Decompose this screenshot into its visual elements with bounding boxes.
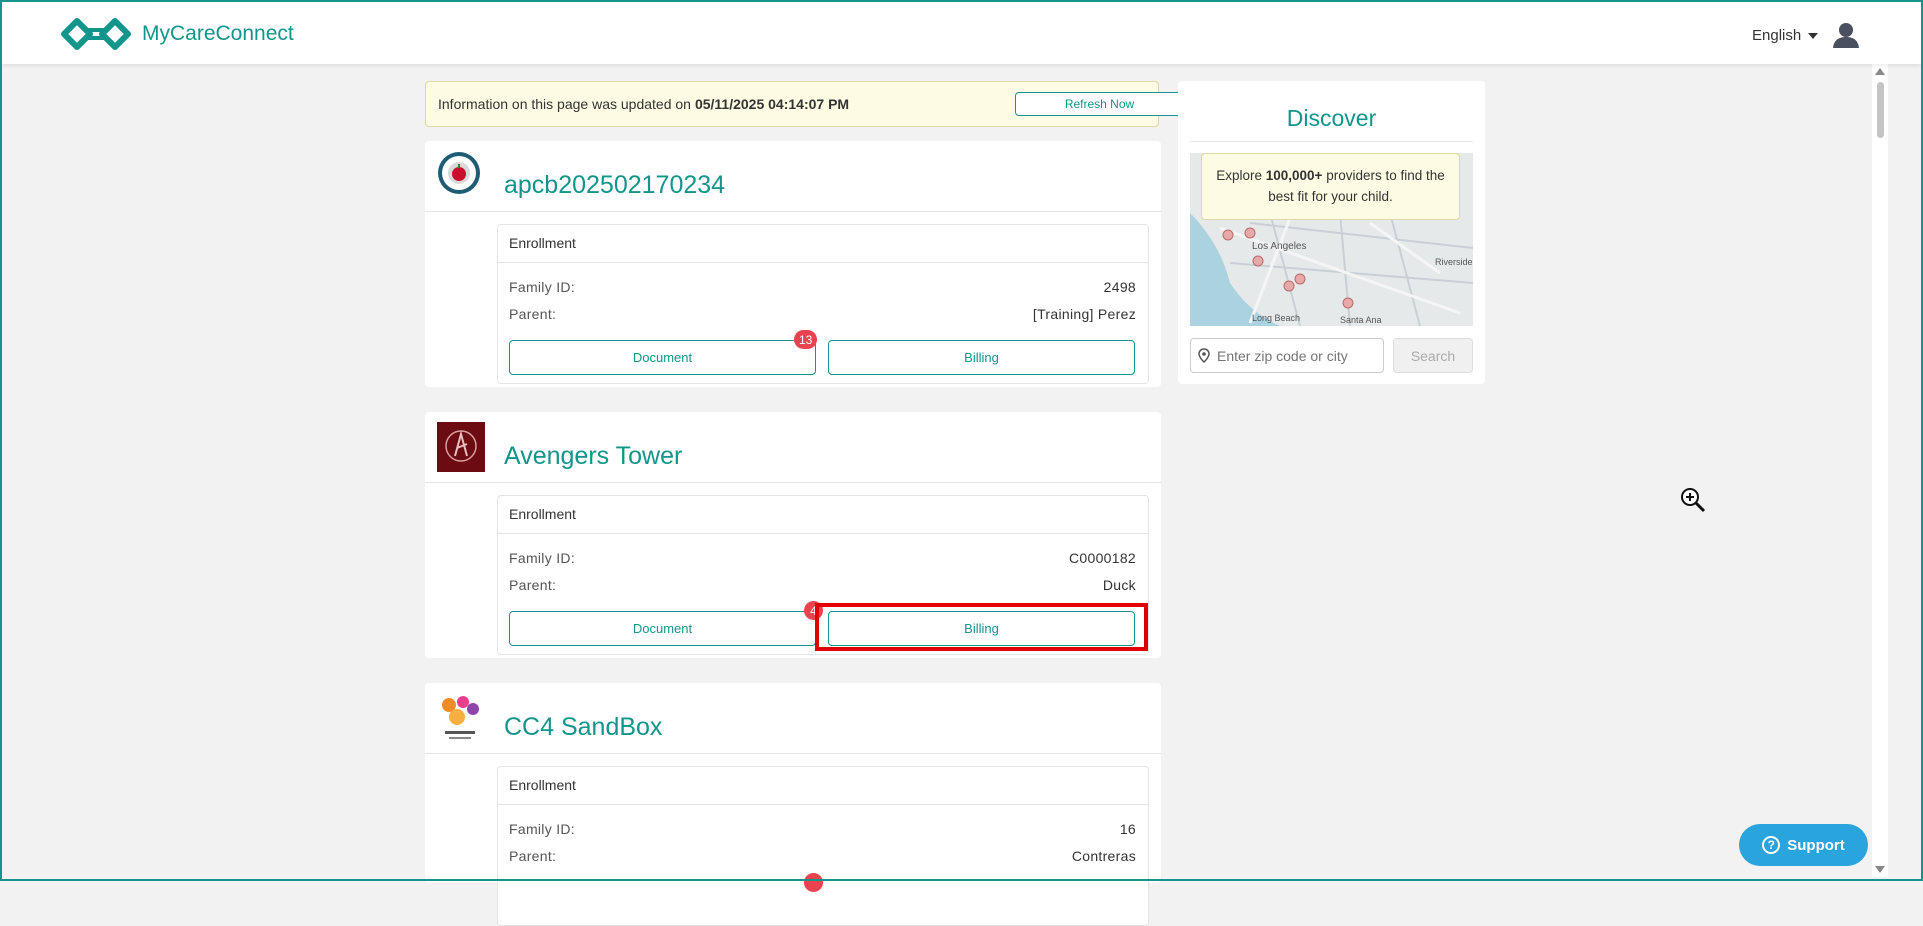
map-label-riverside: Riverside	[1435, 257, 1473, 267]
discover-panel: Discover Los Angeles Long Beach Santa An…	[1178, 81, 1485, 384]
tip-prefix: Explore	[1216, 168, 1262, 183]
map-label-long-beach: Long Beach	[1252, 313, 1300, 323]
parent-value: Duck	[1102, 577, 1136, 593]
document-button[interactable]: Document	[509, 611, 816, 646]
scroll-down-arrow-icon[interactable]	[1875, 866, 1885, 873]
language-selector[interactable]: English	[1752, 27, 1819, 44]
zip-input[interactable]	[1215, 346, 1379, 365]
family-id-row: Family ID: 16	[509, 821, 1136, 837]
family-id-label: Family ID:	[509, 550, 575, 566]
vertical-scrollbar[interactable]	[1872, 64, 1888, 877]
provider-logo-icon	[437, 151, 485, 201]
tip-count: 100,000+	[1265, 168, 1323, 183]
family-id-row: Family ID: 2498	[509, 279, 1136, 295]
parent-row: Parent: Contreras	[509, 848, 1136, 864]
chevron-down-icon	[1808, 32, 1819, 39]
map-label-los-angeles: Los Angeles	[1252, 241, 1307, 252]
provider-card-header: CC4 SandBox	[425, 683, 1161, 754]
refresh-now-button[interactable]: Refresh Now	[1015, 92, 1184, 116]
app-name: MyCareConnect	[142, 22, 294, 45]
enrollment-title: Enrollment	[498, 496, 1148, 534]
billing-button[interactable]: Billing	[828, 340, 1135, 375]
family-id-label: Family ID:	[509, 279, 575, 295]
support-label: Support	[1787, 836, 1845, 854]
support-button[interactable]: ? Support	[1739, 824, 1868, 866]
parent-value: Contreras	[1071, 848, 1136, 864]
zip-search-field[interactable]	[1190, 338, 1384, 373]
update-banner: Information on this page was updated on …	[425, 81, 1184, 127]
user-profile-icon[interactable]	[1832, 22, 1860, 53]
parent-row: Parent: [Training] Perez	[509, 306, 1136, 322]
provider-card: Avengers Tower Enrollment Family ID: C00…	[425, 412, 1161, 658]
family-id-value: C0000182	[1068, 550, 1136, 566]
parent-label: Parent:	[509, 306, 557, 322]
provider-card: CC4 SandBox Enrollment Family ID: 16 Par…	[425, 683, 1161, 926]
explore-tip: Explore 100,000+ providers to find the b…	[1201, 153, 1460, 220]
parent-label: Parent:	[509, 848, 557, 864]
app-logo[interactable]: MyCareConnect	[60, 17, 294, 51]
divider	[1190, 141, 1473, 142]
search-button[interactable]: Search	[1393, 338, 1473, 373]
provider-logo-icon	[437, 422, 485, 472]
help-icon: ?	[1762, 836, 1781, 854]
location-pin-icon	[1198, 348, 1210, 363]
parent-value: [Training] Perez	[1032, 306, 1136, 322]
map-label-santa-ana: Santa Ana	[1340, 315, 1382, 325]
document-count-badge: 4	[804, 601, 823, 620]
provider-card-header: apcb202502170234	[425, 141, 1161, 212]
provider-card-header: Avengers Tower	[425, 412, 1161, 483]
parent-row: Parent: Duck	[509, 577, 1136, 593]
mycareconnect-logo-icon	[61, 18, 131, 50]
provider-name[interactable]: apcb202502170234	[504, 171, 725, 200]
enrollment-panel: Enrollment Family ID: C0000182 Parent: D…	[497, 495, 1149, 655]
family-id-label: Family ID:	[509, 821, 575, 837]
provider-card: apcb202502170234 Enrollment Family ID: 2…	[425, 141, 1161, 387]
billing-button[interactable]: Billing	[828, 611, 1135, 646]
enrollment-panel: Enrollment Family ID: 16 Parent: Contrer…	[497, 766, 1149, 926]
enrollment-title: Enrollment	[498, 225, 1148, 263]
discover-title: Discover	[1286, 105, 1377, 131]
enrollment-title: Enrollment	[498, 767, 1148, 805]
parent-label: Parent:	[509, 577, 557, 593]
family-id-row: Family ID: C0000182	[509, 550, 1136, 566]
provider-name[interactable]: CC4 SandBox	[504, 713, 662, 742]
family-id-value: 2498	[1103, 279, 1136, 295]
family-id-value: 16	[1119, 821, 1136, 837]
update-text: Information on this page was updated on	[438, 96, 691, 112]
enrollment-panel: Enrollment Family ID: 2498 Parent: [Trai…	[497, 224, 1149, 384]
zoom-in-cursor-icon	[1680, 487, 1706, 518]
provider-map[interactable]: Los Angeles Long Beach Santa Ana Riversi…	[1190, 153, 1473, 326]
scrollbar-thumb[interactable]	[1877, 82, 1884, 138]
provider-logo-icon	[437, 693, 485, 743]
document-count-badge: 13	[794, 330, 818, 349]
scroll-up-arrow-icon[interactable]	[1875, 68, 1885, 75]
update-timestamp: 05/11/2025 04:14:07 PM	[694, 96, 850, 112]
document-count-badge	[804, 873, 823, 892]
language-label: English	[1752, 27, 1802, 44]
provider-name[interactable]: Avengers Tower	[504, 442, 682, 471]
top-bar: MyCareConnect English	[2, 2, 1921, 64]
document-button[interactable]: Document	[509, 340, 816, 375]
